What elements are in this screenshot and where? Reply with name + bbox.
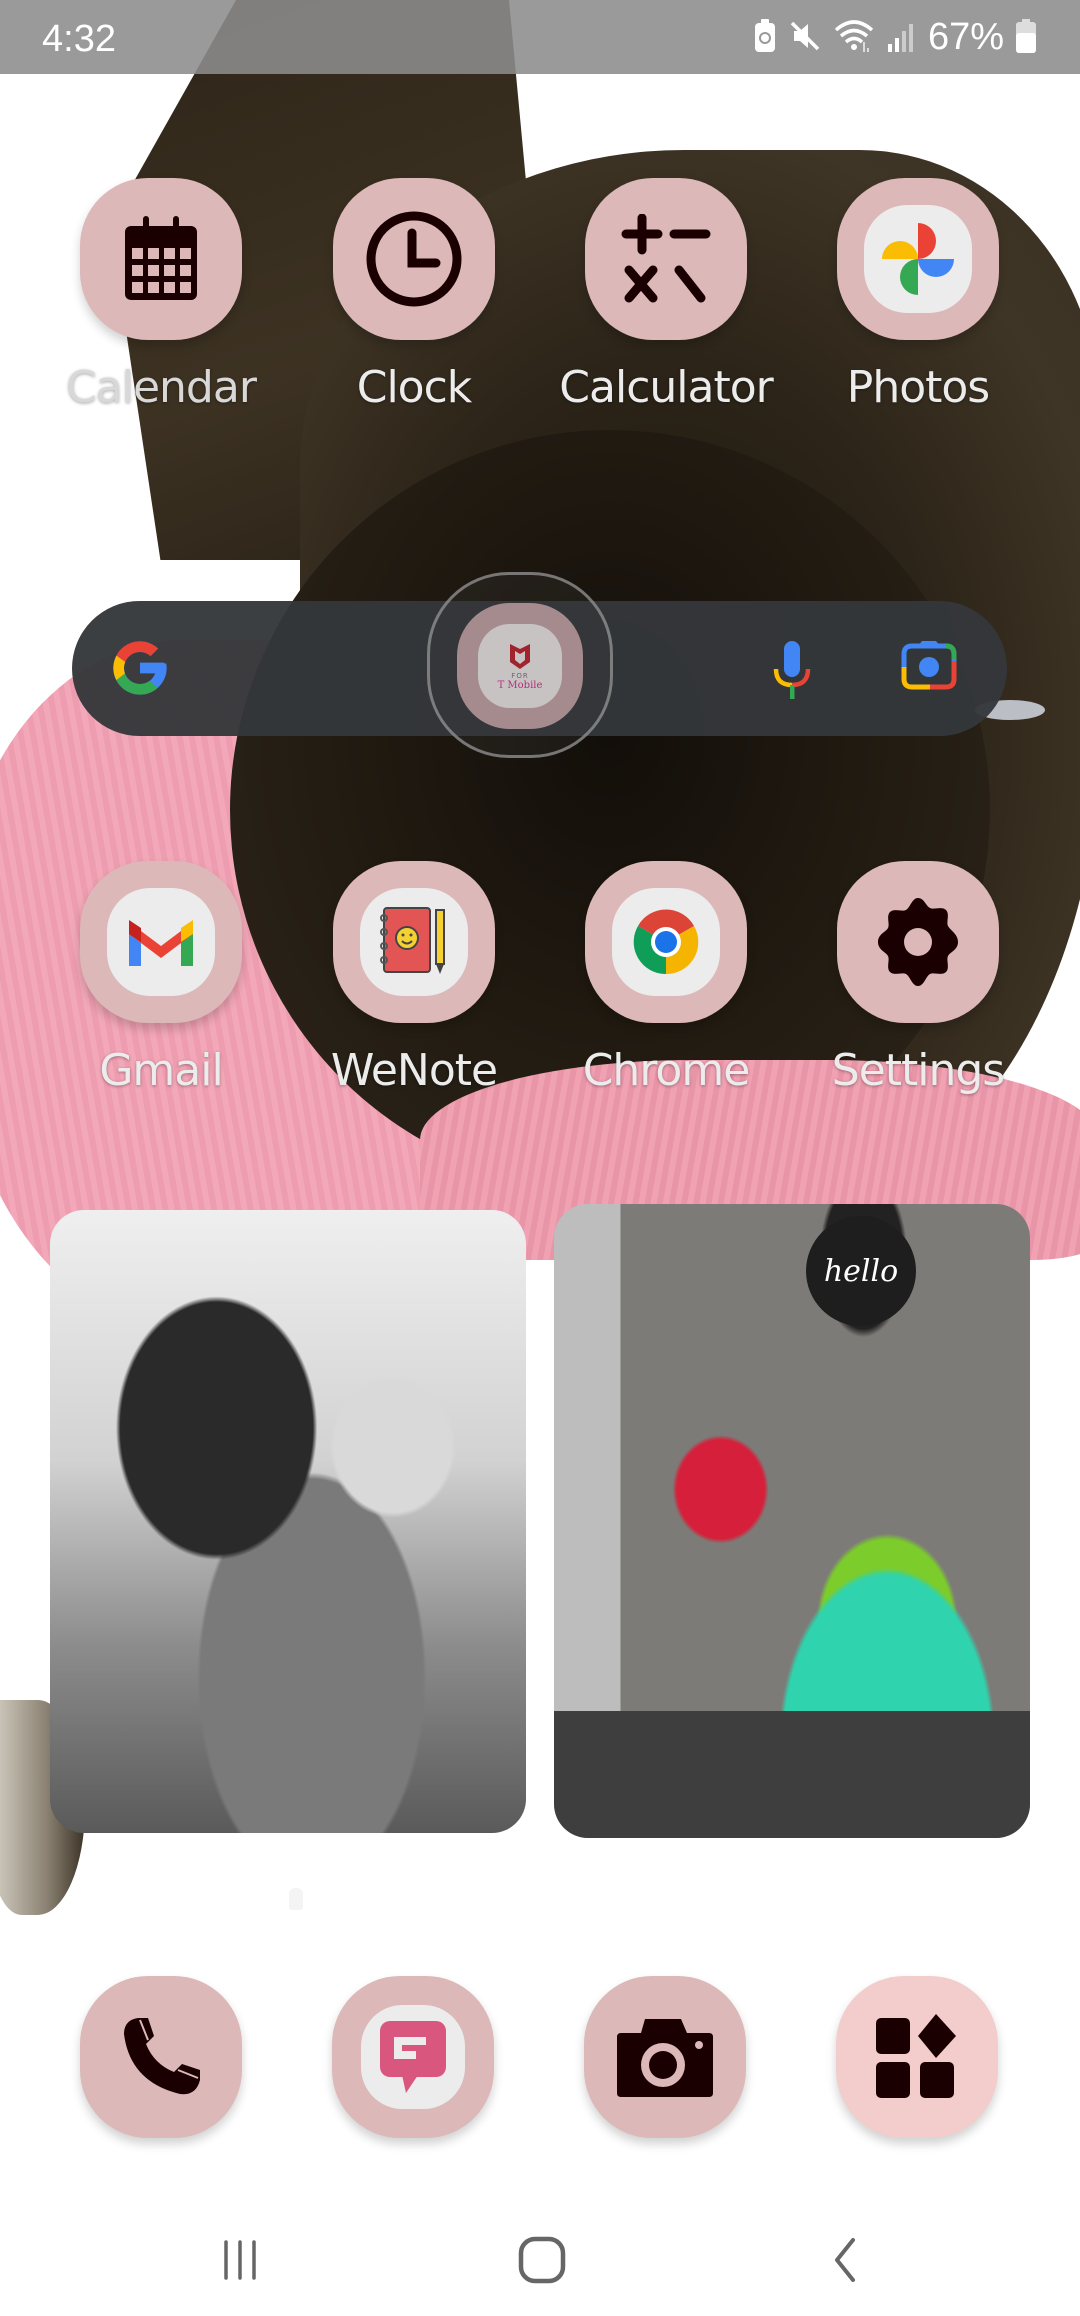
app-drawer-button[interactable] xyxy=(836,1976,998,2138)
photo-widget-left[interactable] xyxy=(50,1210,526,1833)
app-label: WeNote xyxy=(330,1045,498,1096)
app-label: Chrome xyxy=(582,1045,751,1096)
photos-app-icon[interactable] xyxy=(837,178,999,340)
settings-app-icon[interactable] xyxy=(837,861,999,1023)
dock-camera[interactable] xyxy=(584,1976,746,2138)
app-photos[interactable]: Photos xyxy=(803,178,1033,413)
back-icon xyxy=(835,2238,855,2282)
messages-icon xyxy=(380,2021,446,2093)
home-button[interactable] xyxy=(502,2230,582,2290)
status-icons: 67% xyxy=(754,16,1036,59)
home-icon xyxy=(518,2236,566,2284)
camera-icon xyxy=(617,2019,713,2097)
hello-sign: hello xyxy=(806,1216,916,1326)
photos-icon xyxy=(882,223,954,295)
lens-icon[interactable] xyxy=(900,639,958,695)
calculator-icon xyxy=(621,214,711,303)
app-drawer-icon xyxy=(876,2014,956,2098)
chrome-icon xyxy=(633,909,699,975)
tmobile-text: T Mobile xyxy=(497,679,543,691)
app-settings[interactable]: Settings xyxy=(803,861,1033,1096)
phone-icon xyxy=(124,2018,200,2095)
google-g-icon xyxy=(108,636,172,704)
app-label: Clock xyxy=(356,362,473,413)
mute-icon xyxy=(788,19,822,57)
phone-app-icon[interactable] xyxy=(80,1976,242,2138)
settings-gear-icon xyxy=(878,898,958,986)
back-button[interactable] xyxy=(805,2230,885,2290)
calendar-app-icon[interactable] xyxy=(80,178,242,340)
chrome-app-icon[interactable] xyxy=(585,861,747,1023)
calculator-app-icon[interactable] xyxy=(585,178,747,340)
recents-button[interactable] xyxy=(200,2230,280,2290)
dock-apps[interactable] xyxy=(836,1976,998,2138)
gmail-icon xyxy=(129,920,193,966)
battery-saver-icon xyxy=(754,18,776,57)
mcafee-for-text: FOR xyxy=(511,671,529,680)
photo-floor xyxy=(554,1711,1030,1838)
app-clock[interactable]: Clock xyxy=(299,178,529,413)
navigation-bar xyxy=(0,2190,1080,2316)
mic-icon[interactable] xyxy=(770,641,814,705)
status-bar: 4:32 67% xyxy=(0,0,1080,74)
wifi-icon xyxy=(834,18,874,58)
app-label: Settings xyxy=(831,1045,1005,1096)
app-label: Calendar xyxy=(66,362,257,413)
gmail-app-icon[interactable] xyxy=(80,861,242,1023)
wenote-icon xyxy=(380,907,445,974)
clock-app-icon[interactable] xyxy=(333,178,495,340)
dragged-app-mcafee[interactable]: FOR T Mobile xyxy=(457,603,583,729)
app-wenote[interactable]: WeNote xyxy=(299,861,529,1096)
app-label: Photos xyxy=(846,362,990,413)
app-chrome[interactable]: Chrome xyxy=(551,861,781,1096)
signal-icon xyxy=(886,20,916,56)
recents-icon xyxy=(224,2240,256,2280)
app-calendar[interactable]: Calendar xyxy=(46,178,276,413)
app-gmail[interactable]: Gmail xyxy=(46,861,276,1096)
app-label: Calculator xyxy=(559,362,773,413)
app-calculator[interactable]: Calculator xyxy=(551,178,781,413)
photo-widget-right[interactable]: hello xyxy=(554,1204,1030,1838)
home-page-indicator[interactable] xyxy=(289,1888,303,1910)
battery-percent: 67% xyxy=(927,16,1004,58)
app-label: Gmail xyxy=(99,1045,223,1096)
battery-icon xyxy=(1016,18,1036,57)
wenote-app-icon[interactable] xyxy=(333,861,495,1023)
messages-app-icon[interactable] xyxy=(332,1976,494,2138)
clock-icon xyxy=(366,211,462,307)
dock-phone[interactable] xyxy=(80,1976,242,2138)
dock-messages[interactable] xyxy=(332,1976,494,2138)
camera-app-icon[interactable] xyxy=(584,1976,746,2138)
calendar-icon xyxy=(125,216,197,300)
mcafee-shield-icon xyxy=(510,643,530,669)
status-time: 4:32 xyxy=(42,18,116,60)
